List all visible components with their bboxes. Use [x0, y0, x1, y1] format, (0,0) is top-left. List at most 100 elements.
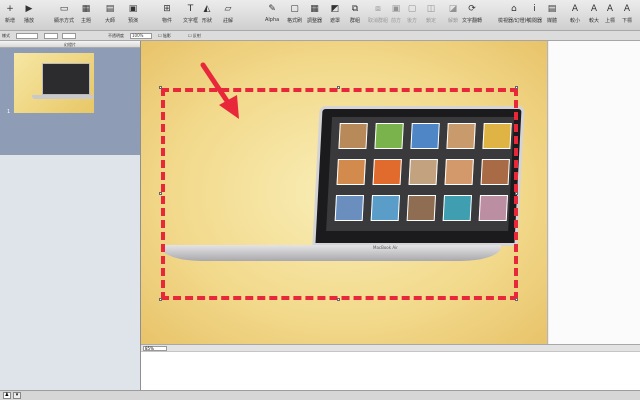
toolbar-label: 播放	[23, 18, 34, 24]
font-select[interactable]	[44, 33, 58, 39]
toolbar-label: 遮罩	[329, 18, 340, 24]
toolbar-item-bigger[interactable]: A 較大	[587, 2, 601, 25]
toolbar-label: 解鎖	[447, 18, 458, 24]
toolbar-label: 顯示方式	[54, 18, 75, 24]
selection-dashed-frame[interactable]	[161, 88, 518, 300]
resize-handle[interactable]	[159, 192, 162, 195]
thumbnail-laptop-base	[32, 95, 94, 99]
group-icon: ⧉	[351, 3, 359, 14]
toolbar-label: 文字翻轉	[462, 18, 483, 24]
view-icon: ▭	[59, 3, 69, 14]
resize-handle[interactable]	[515, 86, 518, 89]
toolbar-item-front[interactable]: ▣ 前方	[389, 2, 403, 25]
alpha-icon: ✎	[268, 3, 276, 14]
reflection-label: 反射	[192, 33, 201, 38]
toolbar-label: 調整器	[307, 18, 323, 24]
plus-icon: +	[6, 3, 14, 14]
toolbar-label: 主題	[80, 18, 91, 24]
resize-handle[interactable]	[337, 86, 340, 89]
navigator-title: 幻燈片	[0, 41, 140, 48]
opacity-label: 不透明度	[108, 33, 124, 38]
toolbar-label: 文字框	[183, 18, 199, 24]
slide-number: 1	[7, 109, 11, 115]
shadow-checkbox[interactable]: ☐ 陰影	[158, 33, 171, 39]
toolbar-item-alpha[interactable]: ✎ Alpha	[265, 2, 280, 24]
slide-thumbnail-1[interactable]: 1	[0, 48, 140, 155]
slide-canvas[interactable]: MacBook Air	[141, 41, 548, 344]
toolbar-item-view[interactable]: ▭ 顯示方式	[54, 2, 75, 25]
ungroup-icon: ⧈	[375, 3, 381, 14]
toolbar-item-media[interactable]: ▤ 媒體	[545, 2, 559, 25]
toolbar-label: 格式刷	[287, 18, 303, 24]
resize-handle[interactable]	[159, 86, 162, 89]
toolbar-item-text-rotate[interactable]: ⟳ 文字翻轉	[462, 2, 483, 25]
toolbar-label: 物件	[161, 18, 172, 24]
toolbar-label: 前方	[390, 18, 401, 24]
thumbnail-image	[14, 53, 94, 113]
person-icon[interactable]: ♟	[3, 392, 11, 399]
toolbar-label: 檢閱器	[527, 18, 543, 24]
toolbar-item-group[interactable]: ⧉ 群組	[348, 2, 362, 25]
toolbar-item-superscript[interactable]: A 上標	[603, 2, 617, 25]
masters-icon: ▤	[105, 3, 115, 14]
toolbar-item-smaller[interactable]: A 較小	[568, 2, 582, 25]
slide-navigator: 幻燈片 1	[0, 41, 141, 390]
reflection-checkbox[interactable]: ☐ 反射	[188, 33, 201, 39]
shadow-label: 陰影	[162, 33, 171, 38]
toolbar-item-inspector[interactable]: ⌂ 檢視器/幻燈片	[498, 2, 530, 25]
toolbar-item-rehearse[interactable]: ▣ 預演	[126, 2, 140, 25]
toolbar-item-back[interactable]: ▢ 後方	[405, 2, 419, 25]
toolbar: + 新增 ▶ 播放 ▭ 顯示方式 ▦ 主題 ▤ 大師 ▣ 預演 ⊞ 物件 T 文字框 ◭ 形狀 ▱ 註解 ✎ Alpha ▢…	[0, 0, 640, 31]
play-icon: ▶	[25, 3, 33, 14]
media-icon: ▤	[547, 3, 557, 14]
smaller-icon: A	[571, 3, 579, 14]
format-bar: 樣式 不透明度 100% ☐ 陰影 ☐ 反射	[0, 31, 640, 41]
toolbar-item-play[interactable]: ▶ 播放	[22, 2, 36, 25]
resize-handle[interactable]	[159, 298, 162, 301]
resize-handle[interactable]	[337, 298, 340, 301]
canvas-margin	[549, 41, 640, 344]
canvas-area: MacBook Air	[141, 41, 640, 344]
toolbar-label: 大師	[104, 18, 115, 24]
toolbar-label: 較大	[588, 18, 599, 24]
resize-handle[interactable]	[515, 298, 518, 301]
theme-icon: ▦	[81, 3, 91, 14]
toolbar-item-info[interactable]: i 檢閱器	[527, 2, 543, 25]
toolbar-item-ungroup[interactable]: ⧈ 取消群組	[368, 2, 388, 25]
toolbar-label: 預演	[127, 18, 138, 24]
toolbar-item-unlock[interactable]: ◪ 解鎖	[446, 2, 460, 25]
toolbar-item-plus[interactable]: + 新增	[3, 2, 17, 25]
toolbar-label: 媒體	[546, 18, 557, 24]
toolbar-item-shapes[interactable]: ⊞ 物件	[160, 2, 174, 25]
toolbar-label: Alpha	[265, 17, 280, 23]
zoom-field[interactable]: 100%	[130, 33, 152, 39]
status-bar: ♟ ▾	[0, 390, 640, 400]
presenter-notes[interactable]	[141, 352, 640, 390]
toolbar-item-adjust[interactable]: ▦ 調整器	[307, 2, 323, 25]
front-icon: ▣	[391, 3, 401, 14]
resize-handle[interactable]	[515, 192, 518, 195]
style-select[interactable]	[16, 33, 38, 39]
toolbar-item-masters[interactable]: ▤ 大師	[103, 2, 117, 25]
toolbar-label: 新增	[4, 18, 15, 24]
toolbar-item-shape[interactable]: ◭ 形狀	[200, 2, 214, 25]
toolbar-item-subscript[interactable]: A 下標	[620, 2, 634, 25]
toolbar-item-textbox[interactable]: T 文字框	[183, 2, 199, 25]
chevron-down-icon[interactable]: ▾	[13, 392, 21, 399]
toolbar-label: 群組	[349, 18, 360, 24]
zoom-select[interactable]: 85%	[143, 346, 167, 351]
unlock-icon: ◪	[448, 3, 458, 14]
toolbar-item-format[interactable]: ▢ 格式刷	[287, 2, 303, 25]
toolbar-item-lock[interactable]: ◫ 鎖定	[424, 2, 438, 25]
toolbar-item-mask[interactable]: ◩ 遮罩	[328, 2, 342, 25]
size-select[interactable]	[62, 33, 76, 39]
shapes-icon: ⊞	[163, 3, 171, 14]
rehearse-icon: ▣	[128, 3, 138, 14]
toolbar-label: 鎖定	[425, 18, 436, 24]
toolbar-item-theme[interactable]: ▦ 主題	[79, 2, 93, 25]
toolbar-label: 上標	[604, 18, 615, 24]
adjust-icon: ▦	[310, 3, 319, 14]
textbox-icon: T	[187, 3, 194, 14]
toolbar-item-comment[interactable]: ▱ 註解	[221, 2, 235, 25]
toolbar-label: 較小	[569, 18, 580, 24]
